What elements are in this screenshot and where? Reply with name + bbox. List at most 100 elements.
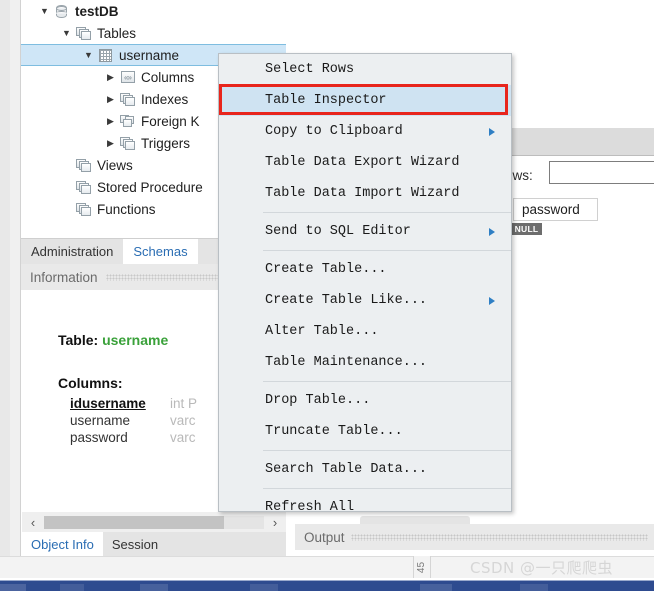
output-header-label: Output bbox=[304, 529, 345, 545]
tree-item-label: Functions bbox=[97, 201, 156, 217]
submenu-arrow-icon bbox=[489, 227, 495, 236]
menu-separator bbox=[263, 450, 511, 451]
tab-schemas[interactable]: Schemas bbox=[123, 239, 198, 264]
tree-item-label: Stored Procedure bbox=[97, 179, 203, 195]
menu-item-table-inspector[interactable]: Table Inspector bbox=[219, 85, 511, 116]
menu-item-label: Alter Table... bbox=[265, 324, 379, 339]
menu-item-search-table-data[interactable]: Search Table Data... bbox=[219, 454, 511, 485]
menu-item-label: Refresh All bbox=[265, 500, 355, 512]
database-icon bbox=[52, 4, 71, 18]
menu-separator bbox=[263, 488, 511, 489]
hscroll-right-arrow-icon[interactable]: › bbox=[264, 515, 286, 530]
right-panel-divider bbox=[500, 155, 654, 156]
tab-label: Object Info bbox=[31, 536, 94, 552]
tree-item-label: Views bbox=[97, 157, 133, 173]
chevron-down-icon[interactable]: ▼ bbox=[81, 50, 96, 60]
submenu-arrow-icon bbox=[489, 127, 495, 136]
menu-item-label: Create Table Like... bbox=[265, 293, 428, 308]
menu-item-label: Create Table... bbox=[265, 262, 387, 277]
menu-separator bbox=[263, 250, 511, 251]
column-type: int P bbox=[170, 396, 198, 411]
folders-icon bbox=[118, 92, 137, 106]
status-bar-rotated-number: 45 bbox=[413, 556, 431, 578]
chevron-down-icon[interactable]: ▼ bbox=[59, 28, 74, 38]
menu-item-label: Send to SQL Editor bbox=[265, 224, 411, 239]
menu-item-label: Table Inspector bbox=[265, 93, 387, 108]
tree-item-label: Foreign K bbox=[141, 113, 200, 129]
foreign-key-icon bbox=[118, 114, 137, 128]
status-bar-rotated-number-text: 45 bbox=[416, 561, 428, 573]
menu-item-label: Search Table Data... bbox=[265, 462, 428, 477]
column-row: username varc bbox=[70, 412, 197, 429]
window-left-gutter bbox=[0, 0, 21, 578]
column-name: password bbox=[70, 430, 128, 445]
menu-item-create-table[interactable]: Create Table... bbox=[219, 254, 511, 285]
menu-item-label: Table Data Export Wizard bbox=[265, 155, 460, 170]
tab-object-info[interactable]: Object Info bbox=[22, 532, 103, 556]
menu-item-drop-table[interactable]: Drop Table... bbox=[219, 385, 511, 416]
grid-cell-password[interactable]: password bbox=[513, 198, 598, 221]
tree-item-label: Indexes bbox=[141, 91, 189, 107]
menu-item-copy-to-clipboard[interactable]: Copy to Clipboard bbox=[219, 116, 511, 147]
chevron-right-icon[interactable]: ▶ bbox=[103, 72, 118, 82]
output-header-dots bbox=[350, 533, 648, 541]
column-name: username bbox=[70, 413, 131, 428]
tree-spacer: · bbox=[59, 183, 74, 192]
folders-icon bbox=[74, 202, 93, 216]
rows-input[interactable] bbox=[549, 161, 654, 184]
tree-item-tables[interactable]: ▼ Tables bbox=[21, 22, 286, 44]
object-info-hscrollbar[interactable]: ‹ › bbox=[22, 512, 286, 532]
folders-icon bbox=[74, 180, 93, 194]
tree-spacer: · bbox=[59, 205, 74, 214]
menu-item-alter-table[interactable]: Alter Table... bbox=[219, 316, 511, 347]
os-taskbar[interactable] bbox=[0, 580, 654, 591]
table-grid-icon bbox=[96, 48, 115, 62]
menu-item-select-rows[interactable]: Select Rows bbox=[219, 54, 511, 85]
tab-session[interactable]: Session bbox=[103, 532, 167, 556]
tab-label: Administration bbox=[31, 244, 114, 259]
object-info-table-label: Table: bbox=[58, 332, 99, 348]
chevron-right-icon[interactable]: ▶ bbox=[103, 94, 118, 104]
tree-item-label: Triggers bbox=[141, 135, 191, 151]
app-window: ▼ testDB ▼ Tables ▼ username ▶ «» Columns ▶ Indexe… bbox=[0, 0, 654, 591]
menu-item-refresh-all[interactable]: Refresh All bbox=[219, 492, 511, 512]
object-info-table-name: username bbox=[102, 332, 169, 348]
menu-item-table-data-import-wizard[interactable]: Table Data Import Wizard bbox=[219, 178, 511, 209]
tree-spacer: · bbox=[59, 161, 74, 170]
tree-item-testdb[interactable]: ▼ testDB bbox=[21, 0, 286, 22]
right-panel-toolbar-strip bbox=[500, 128, 654, 155]
chevron-right-icon[interactable]: ▶ bbox=[103, 116, 118, 126]
menu-item-label: Select Rows bbox=[265, 62, 355, 77]
menu-item-table-maintenance[interactable]: Table Maintenance... bbox=[219, 347, 511, 378]
tab-administration[interactable]: Administration bbox=[21, 239, 123, 264]
menu-item-label: Copy to Clipboard bbox=[265, 124, 403, 139]
null-badge: NULL bbox=[511, 223, 542, 235]
window-left-gutter-inner bbox=[0, 0, 10, 578]
columns-icon: «» bbox=[118, 71, 137, 83]
column-row: idusername int P bbox=[70, 395, 197, 412]
menu-item-create-table-like[interactable]: Create Table Like... bbox=[219, 285, 511, 316]
column-type: varc bbox=[170, 430, 196, 445]
object-info-column-list: idusername int P username varc password varc bbox=[70, 395, 197, 446]
menu-item-label: Table Maintenance... bbox=[265, 355, 428, 370]
object-info-table-line: Table: username bbox=[58, 332, 168, 348]
tree-item-label: Tables bbox=[97, 25, 137, 41]
menu-item-table-data-export-wizard[interactable]: Table Data Export Wizard bbox=[219, 147, 511, 178]
hscroll-left-arrow-icon[interactable]: ‹ bbox=[22, 515, 44, 530]
menu-item-label: Table Data Import Wizard bbox=[265, 186, 460, 201]
column-type: varc bbox=[170, 413, 196, 428]
information-header-label: Information bbox=[30, 269, 98, 285]
object-info-columns-label: Columns: bbox=[58, 375, 123, 391]
menu-separator bbox=[263, 381, 511, 382]
chevron-right-icon[interactable]: ▶ bbox=[103, 138, 118, 148]
table-context-menu[interactable]: Select Rows Table Inspector Copy to Clipbo… bbox=[218, 53, 512, 512]
menu-item-send-to-sql-editor[interactable]: Send to SQL Editor bbox=[219, 216, 511, 247]
folders-icon bbox=[74, 158, 93, 172]
tree-item-label: Columns bbox=[141, 69, 195, 85]
submenu-arrow-icon bbox=[489, 296, 495, 305]
menu-item-truncate-table[interactable]: Truncate Table... bbox=[219, 416, 511, 447]
chevron-down-icon[interactable]: ▼ bbox=[37, 6, 52, 16]
hscroll-thumb[interactable] bbox=[44, 515, 224, 529]
hscroll-track[interactable] bbox=[44, 515, 264, 529]
object-info-tabs[interactable]: Object Info Session bbox=[22, 532, 286, 556]
